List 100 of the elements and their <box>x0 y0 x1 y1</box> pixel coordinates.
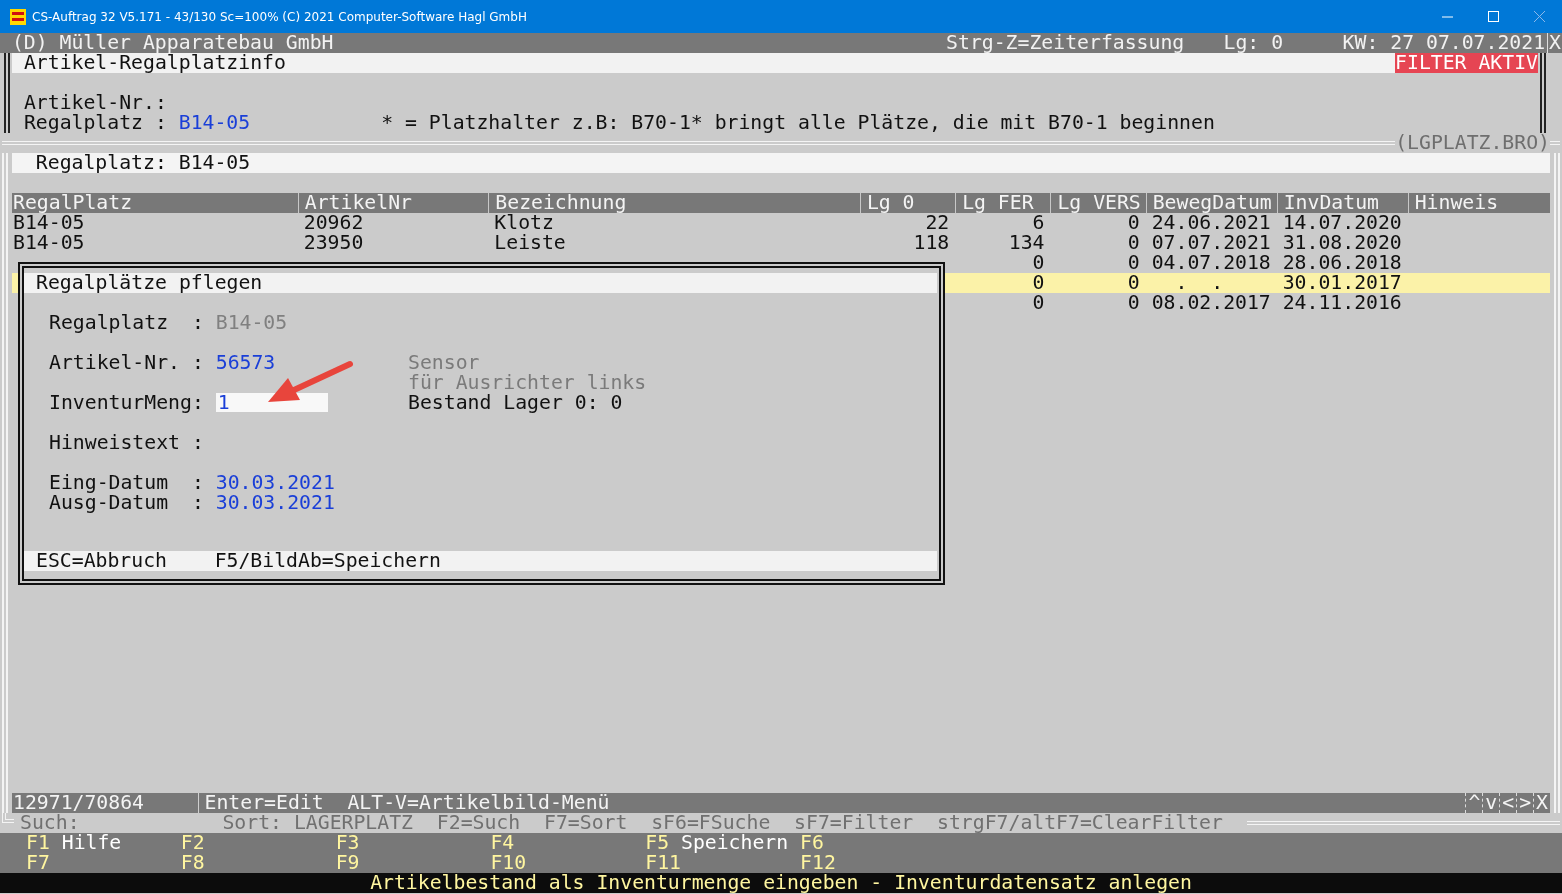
table-cell-text: 0 <box>1031 253 1046 273</box>
window-title: CS-Auftrag 32 V5.171 - 43/130 Sc=100% (C) 2021 Computer-Software Hagl GmbH <box>32 9 528 24</box>
function-key[interactable]: F11 <box>645 853 681 873</box>
table-cell-text: 23950 <box>302 233 365 253</box>
field-value: 30.03.2021 <box>215 493 335 513</box>
hotkey-hint: F7=Sort <box>544 813 628 833</box>
table-cell-text: 30.01.2017 <box>1281 273 1403 293</box>
table-cell-text: 31.08.2020 <box>1281 233 1403 253</box>
field-label: InventurMeng: <box>49 393 204 413</box>
hotkey-hint: Sort: LAGERPLATZ <box>222 813 413 833</box>
table-cell-text: 0 <box>1126 233 1141 253</box>
hotkey-hint: sF7=Filter <box>794 813 914 833</box>
close-button[interactable]: X <box>1549 33 1561 53</box>
table-cell-text: 134 <box>1007 233 1046 253</box>
table-cell-text: 0 <box>1031 273 1046 293</box>
column-header[interactable]: RegalPlatz <box>12 193 298 213</box>
table-cell-text: 28.06.2018 <box>1281 253 1403 273</box>
column-header[interactable]: BewegDatum <box>1145 193 1277 213</box>
column-header[interactable]: InvDatum <box>1276 193 1408 213</box>
shortcut-hint: Strg-Z=Zeiterfassung <box>946 33 1185 53</box>
table-cell-text: 04.07.2018 <box>1150 253 1272 273</box>
table-cell-text: 20962 <box>302 213 365 233</box>
field-label: Hinweistext : <box>49 433 204 453</box>
file-label: (LGPLATZ.BRO) <box>1395 133 1550 153</box>
nav-button[interactable]: < <box>1499 793 1517 813</box>
function-key-label: Speichern <box>681 833 789 853</box>
function-key[interactable]: F6 <box>800 833 824 853</box>
table-cell-text: 14.07.2020 <box>1281 213 1403 233</box>
close-icon <box>1533 11 1545 22</box>
function-key[interactable]: F7 <box>26 853 50 873</box>
nav-button[interactable]: v <box>1482 793 1500 813</box>
field-value: B14-05 <box>178 113 252 133</box>
column-header[interactable]: ArtikelNr <box>297 193 489 213</box>
table-cell-text: B14-05 <box>12 213 85 233</box>
table-cell-text: Leiste <box>493 233 567 253</box>
nav-button[interactable]: > <box>1516 793 1534 813</box>
column-header[interactable]: Lg 0 <box>859 193 956 213</box>
column-header[interactable]: Hinweis <box>1407 193 1550 213</box>
function-key[interactable]: F1 <box>26 833 50 853</box>
maximize-icon <box>1487 11 1499 22</box>
storage-label: Lg: 0 <box>1223 33 1284 53</box>
nav-button[interactable]: X <box>1533 793 1550 813</box>
company-name: (D) Müller Apparatebau GmbH <box>10 33 334 53</box>
panel-title: Regalplatz: B14-05 <box>12 153 1550 173</box>
function-key[interactable]: F2 <box>180 833 205 853</box>
table-row[interactable]: B14-05 20962 Klotz 22 6 0 24.06.2021 14.07.2020 <box>12 213 1550 233</box>
function-key[interactable]: F4 <box>490 833 515 853</box>
filter-badge: FILTER AKTIV <box>1395 53 1538 73</box>
field-label: Eing-Datum : <box>49 473 204 493</box>
nav-button[interactable]: ^ <box>1465 793 1483 813</box>
hotkey-hint: sF6=FSuche <box>651 813 771 833</box>
function-key[interactable]: F12 <box>800 853 836 873</box>
column-header[interactable]: Lg VERS <box>1050 193 1146 213</box>
field-label: Regalplatz : <box>49 313 204 333</box>
table-cell-text: . . <box>1174 273 1225 293</box>
table-cell-text: 0 <box>1031 293 1046 313</box>
dialog-title: Regalplätze pflegen <box>24 273 937 293</box>
table-row[interactable]: B14-05 23950 Leiste 118 134 0 07.07.2021 31.08.2020 <box>12 233 1550 253</box>
table-cell-text: 08.02.2017 <box>1150 293 1272 313</box>
hotkey-hint: F5/BildAb=Speichern <box>214 551 441 571</box>
hotkey-hint: F2=Such <box>436 813 521 833</box>
hotkey-hint: ALT-V=Artikelbild-Menü <box>347 793 610 813</box>
table-cell-text: B14-05 <box>12 233 86 253</box>
hotkey-hint: Enter=Edit <box>204 793 324 813</box>
table-cell-text: 0 <box>1126 293 1141 313</box>
table-cell-text: 24.11.2016 <box>1281 293 1403 313</box>
function-key-label: Hilfe <box>61 833 122 853</box>
panel-title: Artikel-Regalplatzinfo <box>23 53 287 73</box>
table-cell-text: 118 <box>912 233 951 253</box>
info-text: Bestand Lager 0: 0 <box>408 393 624 413</box>
info-text: für Ausrichter links <box>408 373 647 393</box>
field-label: Ausg-Datum : <box>49 493 204 513</box>
date-label: KW: 27 07.07.2021 <box>1342 33 1546 53</box>
table-cell-text: Klotz <box>493 213 554 233</box>
placeholder-hint: * = Platzhalter z.B: B70-1* bringt alle Plätze, die mit B70-1 beginnen <box>381 113 1215 133</box>
function-key[interactable]: F10 <box>490 853 527 873</box>
function-key[interactable]: F8 <box>180 853 205 873</box>
column-header[interactable]: Lg FER <box>955 193 1051 213</box>
table-cell-text: 07.07.2021 <box>1150 233 1272 253</box>
field-value: 30.03.2021 <box>215 473 335 493</box>
hotkey-hint: strgF7/altF7=ClearFilter <box>937 813 1223 833</box>
info-text: Sensor <box>408 353 481 373</box>
table-cell-text: 6 <box>1031 213 1046 233</box>
message-bar: Artikelbestand als Inventurmenge eingeben - Inventurdatensatz anlegen <box>0 873 1562 893</box>
table-cell-text: 24.06.2021 <box>1150 213 1272 233</box>
field-label: Artikel-Nr. : <box>49 353 204 373</box>
app-icon <box>10 8 26 25</box>
column-header[interactable]: Bezeichnung <box>488 193 860 213</box>
hotkey-hint: ESC=Abbruch <box>36 551 167 571</box>
table-cell-text: 0 <box>1126 253 1141 273</box>
field-label: Artikel-Nr.: <box>23 93 168 113</box>
table-cell-text: 0 <box>1126 213 1141 233</box>
field-label: Regalplatz : <box>23 113 168 133</box>
function-key[interactable]: F9 <box>335 853 360 873</box>
function-key[interactable]: F3 <box>335 833 360 853</box>
search-label: Such: <box>20 813 81 833</box>
table-cell-text: 0 <box>1126 273 1141 293</box>
field-value: B14-05 <box>215 313 288 333</box>
function-key[interactable]: F5 <box>645 833 670 853</box>
field-value: 56573 <box>215 353 276 373</box>
